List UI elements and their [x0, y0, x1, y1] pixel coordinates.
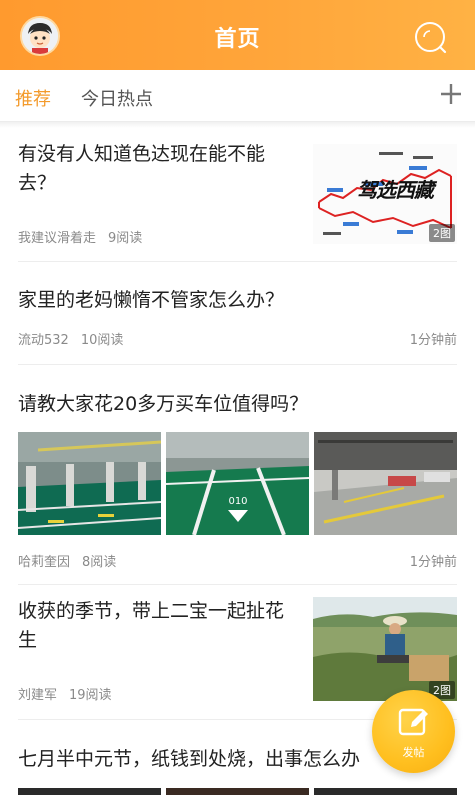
- list-item[interactable]: 有没有人知道色达现在能不能去？ 我建议滑着走 9阅读 驾选西藏 2图: [18, 128, 457, 262]
- post-title[interactable]: 有没有人知道色达现在能不能去？: [18, 140, 288, 198]
- post-meta: 刘建军 19阅读: [18, 684, 112, 703]
- parking-garage-image: [18, 432, 161, 535]
- post-thumbnail-map[interactable]: 驾选西藏 2图: [313, 144, 457, 244]
- search-icon[interactable]: [413, 20, 447, 54]
- post-title[interactable]: 七月半中元节，纸钱到处烧，出事怎么办: [18, 745, 360, 774]
- post-author: 哈莉奎因: [18, 555, 71, 570]
- post-image[interactable]: [314, 432, 457, 535]
- post-reads: 10阅读: [80, 333, 124, 348]
- post-meta: 我建议滑着走 9阅读: [18, 227, 142, 246]
- list-item[interactable]: 请教大家花20多万买车位值得吗？ 010 哈莉奎因 8阅读 1分钟前: [18, 365, 457, 585]
- top-header: 首页: [0, 0, 475, 70]
- post-thumbnail[interactable]: 2图: [313, 597, 457, 701]
- post-title[interactable]: 家里的老妈懒惰不管家怎么办？: [18, 286, 284, 315]
- category-tabbar: 推荐 今日热点: [0, 70, 475, 122]
- page-title: 首页: [214, 27, 261, 52]
- post-reads: 19阅读: [69, 688, 112, 703]
- tab-today-hot[interactable]: 今日热点: [81, 85, 153, 111]
- list-item[interactable]: 家里的老妈懒惰不管家怎么办？ 流动532 10阅读 1分钟前: [18, 262, 457, 365]
- tab-recommend[interactable]: 推荐: [15, 85, 51, 111]
- post-image-grid: 010: [18, 432, 457, 535]
- post-title[interactable]: 收获的季节，带上二宝一起扯花生: [18, 597, 288, 655]
- post-author: 刘建军: [18, 688, 58, 703]
- fab-label: 发帖: [402, 746, 425, 759]
- post-image[interactable]: [18, 432, 161, 535]
- underground-parking-image: [314, 432, 457, 535]
- post-author: 流动532: [18, 333, 69, 348]
- post-time: 1分钟前: [409, 555, 457, 570]
- thumb-calligraphy: 驾选西藏: [357, 178, 434, 202]
- plus-icon[interactable]: [438, 81, 464, 107]
- post-author: 我建议滑着走: [18, 231, 97, 246]
- post-image[interactable]: [18, 788, 161, 795]
- post-meta: 流动532 10阅读: [18, 329, 123, 348]
- post-reads: 9阅读: [108, 231, 143, 246]
- post-image[interactable]: [166, 788, 309, 795]
- post-reads: 8阅读: [82, 555, 117, 570]
- post-image[interactable]: [314, 788, 457, 795]
- post-image[interactable]: 010: [166, 432, 309, 535]
- slot-number: 010: [228, 496, 247, 507]
- new-post-fab[interactable]: 发帖: [372, 690, 455, 773]
- edit-icon: [398, 708, 428, 736]
- parking-slot-image: 010: [166, 432, 309, 535]
- image-count-badge: 2图: [429, 224, 455, 242]
- post-title[interactable]: 请教大家花20多万买车位值得吗？: [18, 390, 308, 419]
- post-meta: 哈莉奎因 8阅读: [18, 551, 116, 570]
- post-time: 1分钟前: [409, 333, 457, 348]
